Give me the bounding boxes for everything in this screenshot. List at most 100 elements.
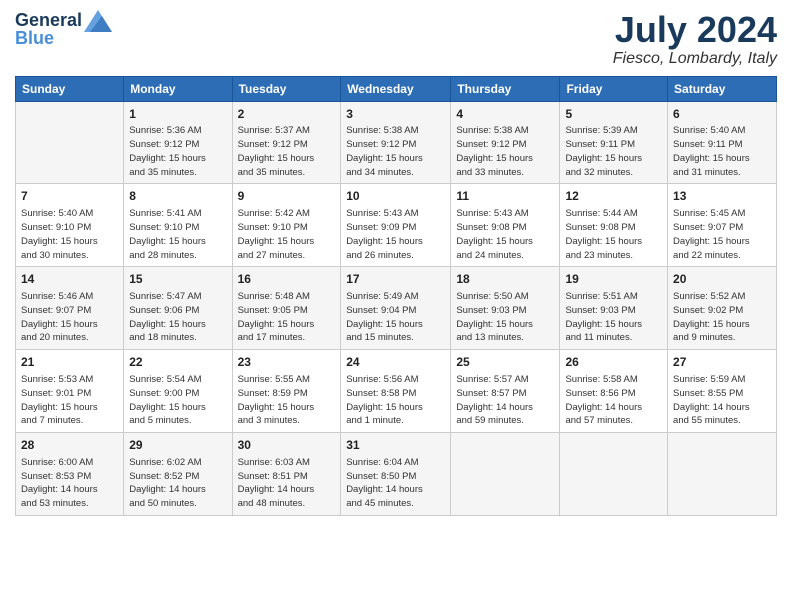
day-number: 8 bbox=[129, 188, 226, 205]
day-number: 17 bbox=[346, 271, 445, 288]
header-wednesday: Wednesday bbox=[341, 76, 451, 101]
day-info: Sunrise: 6:00 AM Sunset: 8:53 PM Dayligh… bbox=[21, 456, 118, 511]
day-number: 25 bbox=[456, 354, 554, 371]
calendar-cell: 26Sunrise: 5:58 AM Sunset: 8:56 PM Dayli… bbox=[560, 350, 668, 433]
day-number: 3 bbox=[346, 106, 445, 123]
header-sunday: Sunday bbox=[16, 76, 124, 101]
day-number: 12 bbox=[565, 188, 662, 205]
calendar-cell: 13 Sunrise: 5:45 AM Sunset: 9:07 PM Dayli… bbox=[668, 184, 777, 267]
header-friday: Friday bbox=[560, 76, 668, 101]
day-number: 4 bbox=[456, 106, 554, 123]
month-year: July 2024 bbox=[613, 10, 777, 50]
day-number: 21 bbox=[21, 354, 118, 371]
calendar-cell: 16 Sunrise: 5:48 AM Sunset: 9:05 PM Dayli… bbox=[232, 267, 341, 350]
day-info: Sunrise: 5:38 AM Sunset: 9:12 PM Dayligh… bbox=[346, 124, 445, 179]
day-info: Sunrise: 5:51 AM Sunset: 9:03 PM Dayligh… bbox=[565, 290, 662, 345]
day-number: 13 bbox=[673, 188, 771, 205]
day-number: 22 bbox=[129, 354, 226, 371]
title-section: July 2024 Fiesco, Lombardy, Italy bbox=[613, 10, 777, 68]
day-info: Sunrise: 5:48 AM Sunset: 9:05 PM Dayligh… bbox=[238, 290, 336, 345]
calendar-cell: 19 Sunrise: 5:51 AM Sunset: 9:03 PM Dayli… bbox=[560, 267, 668, 350]
header-tuesday: Tuesday bbox=[232, 76, 341, 101]
calendar-cell: 1Sunrise: 5:36 AM Sunset: 9:12 PM Daylig… bbox=[124, 101, 232, 184]
calendar-cell: 25 Sunrise: 5:57 AM Sunset: 8:57 PM Dayli… bbox=[451, 350, 560, 433]
calendar-cell: 10 Sunrise: 5:43 AM Sunset: 9:09 PM Dayli… bbox=[341, 184, 451, 267]
day-info: Sunrise: 6:02 AM Sunset: 8:52 PM Dayligh… bbox=[129, 456, 226, 511]
day-number: 29 bbox=[129, 437, 226, 454]
header-thursday: Thursday bbox=[451, 76, 560, 101]
day-number: 14 bbox=[21, 271, 118, 288]
calendar-cell: 2Sunrise: 5:37 AM Sunset: 9:12 PM Daylig… bbox=[232, 101, 341, 184]
calendar-cell: 8 Sunrise: 5:41 AM Sunset: 9:10 PM Daylig… bbox=[124, 184, 232, 267]
day-info: Sunrise: 5:56 AM Sunset: 8:58 PM Dayligh… bbox=[346, 373, 445, 428]
calendar-cell: 5Sunrise: 5:39 AM Sunset: 9:11 PM Daylig… bbox=[560, 101, 668, 184]
day-number: 19 bbox=[565, 271, 662, 288]
day-number: 26 bbox=[565, 354, 662, 371]
day-info: Sunrise: 5:43 AM Sunset: 9:09 PM Dayligh… bbox=[346, 207, 445, 262]
day-info: Sunrise: 5:59 AM Sunset: 8:55 PM Dayligh… bbox=[673, 373, 771, 428]
day-number: 10 bbox=[346, 188, 445, 205]
calendar-cell: 3Sunrise: 5:38 AM Sunset: 9:12 PM Daylig… bbox=[341, 101, 451, 184]
calendar-cell: 20 Sunrise: 5:52 AM Sunset: 9:02 PM Dayli… bbox=[668, 267, 777, 350]
day-info: Sunrise: 5:40 AM Sunset: 9:11 PM Dayligh… bbox=[673, 124, 771, 179]
calendar-cell: 9 Sunrise: 5:42 AM Sunset: 9:10 PM Daylig… bbox=[232, 184, 341, 267]
calendar-cell: 30Sunrise: 6:03 AM Sunset: 8:51 PM Dayli… bbox=[232, 433, 341, 516]
calendar-cell: 22 Sunrise: 5:54 AM Sunset: 9:00 PM Dayli… bbox=[124, 350, 232, 433]
day-info: Sunrise: 5:40 AM Sunset: 9:10 PM Dayligh… bbox=[21, 207, 118, 262]
calendar-cell: 24 Sunrise: 5:56 AM Sunset: 8:58 PM Dayli… bbox=[341, 350, 451, 433]
day-number: 2 bbox=[238, 106, 336, 123]
day-info: Sunrise: 5:47 AM Sunset: 9:06 PM Dayligh… bbox=[129, 290, 226, 345]
calendar-cell bbox=[451, 433, 560, 516]
calendar-cell: 4Sunrise: 5:38 AM Sunset: 9:12 PM Daylig… bbox=[451, 101, 560, 184]
day-number: 28 bbox=[21, 437, 118, 454]
calendar-cell: 21Sunrise: 5:53 AM Sunset: 9:01 PM Dayli… bbox=[16, 350, 124, 433]
day-number: 20 bbox=[673, 271, 771, 288]
logo-icon bbox=[84, 10, 112, 32]
calendar-cell: 27 Sunrise: 5:59 AM Sunset: 8:55 PM Dayli… bbox=[668, 350, 777, 433]
calendar-cell bbox=[560, 433, 668, 516]
calendar-cell: 14 Sunrise: 5:46 AM Sunset: 9:07 PM Dayli… bbox=[16, 267, 124, 350]
day-number: 31 bbox=[346, 437, 445, 454]
logo: General Blue bbox=[15, 10, 112, 49]
day-info: Sunrise: 6:04 AM Sunset: 8:50 PM Dayligh… bbox=[346, 456, 445, 511]
calendar-cell: 18Sunrise: 5:50 AM Sunset: 9:03 PM Dayli… bbox=[451, 267, 560, 350]
day-info: Sunrise: 5:38 AM Sunset: 9:12 PM Dayligh… bbox=[456, 124, 554, 179]
calendar-cell bbox=[668, 433, 777, 516]
day-number: 15 bbox=[129, 271, 226, 288]
calendar-cell: 17 Sunrise: 5:49 AM Sunset: 9:04 PM Dayli… bbox=[341, 267, 451, 350]
day-number: 5 bbox=[565, 106, 662, 123]
day-info: Sunrise: 5:57 AM Sunset: 8:57 PM Dayligh… bbox=[456, 373, 554, 428]
day-info: Sunrise: 5:44 AM Sunset: 9:08 PM Dayligh… bbox=[565, 207, 662, 262]
calendar-cell: 31 Sunrise: 6:04 AM Sunset: 8:50 PM Dayli… bbox=[341, 433, 451, 516]
header-monday: Monday bbox=[124, 76, 232, 101]
day-number: 24 bbox=[346, 354, 445, 371]
day-info: Sunrise: 5:52 AM Sunset: 9:02 PM Dayligh… bbox=[673, 290, 771, 345]
day-info: Sunrise: 5:39 AM Sunset: 9:11 PM Dayligh… bbox=[565, 124, 662, 179]
day-info: Sunrise: 5:45 AM Sunset: 9:07 PM Dayligh… bbox=[673, 207, 771, 262]
day-info: Sunrise: 5:46 AM Sunset: 9:07 PM Dayligh… bbox=[21, 290, 118, 345]
day-info: Sunrise: 5:49 AM Sunset: 9:04 PM Dayligh… bbox=[346, 290, 445, 345]
calendar-cell: 12 Sunrise: 5:44 AM Sunset: 9:08 PM Dayli… bbox=[560, 184, 668, 267]
calendar-cell: 29 Sunrise: 6:02 AM Sunset: 8:52 PM Dayli… bbox=[124, 433, 232, 516]
day-info: Sunrise: 5:36 AM Sunset: 9:12 PM Dayligh… bbox=[129, 124, 226, 179]
day-number: 6 bbox=[673, 106, 771, 123]
calendar-cell bbox=[16, 101, 124, 184]
day-info: Sunrise: 5:54 AM Sunset: 9:00 PM Dayligh… bbox=[129, 373, 226, 428]
calendar-cell: 11Sunrise: 5:43 AM Sunset: 9:08 PM Dayli… bbox=[451, 184, 560, 267]
day-info: Sunrise: 5:55 AM Sunset: 8:59 PM Dayligh… bbox=[238, 373, 336, 428]
calendar-cell: 6Sunrise: 5:40 AM Sunset: 9:11 PM Daylig… bbox=[668, 101, 777, 184]
location: Fiesco, Lombardy, Italy bbox=[613, 50, 777, 68]
day-info: Sunrise: 5:41 AM Sunset: 9:10 PM Dayligh… bbox=[129, 207, 226, 262]
calendar-table: SundayMondayTuesdayWednesdayThursdayFrid… bbox=[15, 76, 777, 516]
day-number: 27 bbox=[673, 354, 771, 371]
day-number: 18 bbox=[456, 271, 554, 288]
day-info: Sunrise: 5:42 AM Sunset: 9:10 PM Dayligh… bbox=[238, 207, 336, 262]
header-saturday: Saturday bbox=[668, 76, 777, 101]
calendar-cell: 28 Sunrise: 6:00 AM Sunset: 8:53 PM Dayli… bbox=[16, 433, 124, 516]
day-info: Sunrise: 6:03 AM Sunset: 8:51 PM Dayligh… bbox=[238, 456, 336, 511]
day-number: 9 bbox=[238, 188, 336, 205]
day-number: 23 bbox=[238, 354, 336, 371]
day-number: 16 bbox=[238, 271, 336, 288]
calendar-cell: 7Sunrise: 5:40 AM Sunset: 9:10 PM Daylig… bbox=[16, 184, 124, 267]
day-number: 1 bbox=[129, 106, 226, 123]
